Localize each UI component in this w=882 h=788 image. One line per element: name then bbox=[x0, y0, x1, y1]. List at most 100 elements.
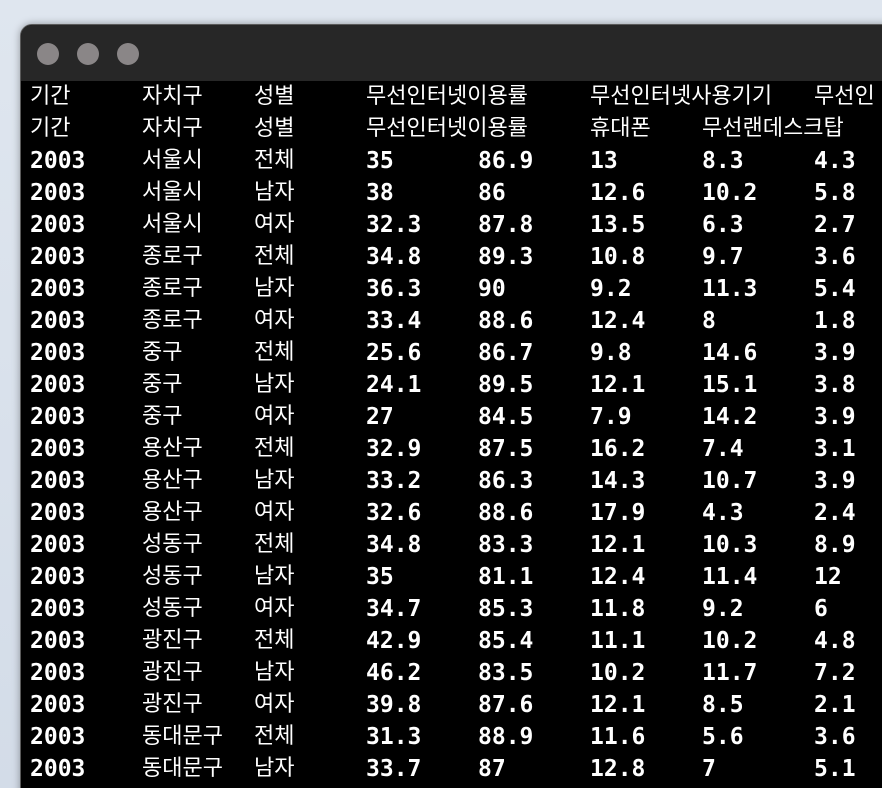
table-cell: 10.8 bbox=[590, 244, 646, 270]
table-cell: 9.8 bbox=[590, 340, 632, 366]
table-cell: 12.8 bbox=[590, 756, 646, 782]
table-cell: 종로구 bbox=[142, 308, 203, 333]
table-cell: 성동구 bbox=[142, 564, 203, 589]
table-cell: 34.8 bbox=[366, 532, 422, 558]
zoom-window-button[interactable] bbox=[117, 43, 139, 65]
table-row: 2003 서울시 전체 35 86.9 13 8.3 4.3 bbox=[21, 145, 882, 177]
table-cell: 4.3 bbox=[702, 500, 744, 526]
table-cell: 남자 bbox=[254, 564, 295, 589]
minimize-window-button[interactable] bbox=[77, 43, 99, 65]
header-gender: 성별 bbox=[254, 116, 295, 141]
table-cell: 86 bbox=[478, 180, 506, 206]
table-row: 2003 광진구 남자 46.2 83.5 10.2 11.7 7.2 bbox=[21, 657, 882, 689]
table-cell: 10.2 bbox=[702, 180, 758, 206]
table-cell: 15.1 bbox=[702, 372, 758, 398]
table-cell: 성동구 bbox=[142, 532, 203, 557]
table-cell: 2003 bbox=[30, 340, 86, 366]
table-cell: 35 bbox=[366, 564, 394, 590]
table-cell: 전체 bbox=[254, 628, 295, 653]
table-cell: 34.8 bbox=[366, 244, 422, 270]
table-cell: 8.5 bbox=[702, 692, 744, 718]
table-cell: 2003 bbox=[30, 180, 86, 206]
table-row: 2003 용산구 전체 32.9 87.5 16.2 7.4 3.1 bbox=[21, 433, 882, 465]
table-cell: 9.2 bbox=[590, 276, 632, 302]
table-cell: 13 bbox=[590, 148, 618, 174]
table-row: 2003 종로구 여자 33.4 88.6 12.4 8 1.8 bbox=[21, 305, 882, 337]
table-cell: 33.4 bbox=[366, 308, 422, 334]
table-cell: 광진구 bbox=[142, 628, 203, 653]
table-cell: 5.8 bbox=[814, 180, 856, 206]
table-cell: 87.5 bbox=[478, 436, 534, 462]
header-district: 자치구 bbox=[142, 84, 203, 109]
table-cell: 85.3 bbox=[478, 596, 534, 622]
table-cell: 2003 bbox=[30, 436, 86, 462]
table-cell: 39.8 bbox=[366, 692, 422, 718]
table-row: 2003 광진구 여자 39.8 87.6 12.1 8.5 2.1 bbox=[21, 689, 882, 721]
header-wireless-devices: 무선인터넷사용기기 bbox=[590, 84, 773, 109]
table-cell: 전체 bbox=[254, 340, 295, 365]
table-cell: 2003 bbox=[30, 372, 86, 398]
table-cell: 3.9 bbox=[814, 340, 856, 366]
table-cell: 12.1 bbox=[590, 532, 646, 558]
table-row: 2003 용산구 여자 32.6 88.6 17.9 4.3 2.4 bbox=[21, 497, 882, 529]
table-cell: 83.3 bbox=[478, 532, 534, 558]
table-cell: 2003 bbox=[30, 468, 86, 494]
table-cell: 16.2 bbox=[590, 436, 646, 462]
table-cell: 2003 bbox=[30, 276, 86, 302]
table-cell: 7 bbox=[702, 756, 716, 782]
table-cell: 11.3 bbox=[702, 276, 758, 302]
table-row: 2003 서울시 여자 32.3 87.8 13.5 6.3 2.7 bbox=[21, 209, 882, 241]
table-cell: 86.9 bbox=[478, 148, 534, 174]
table-cell: 2003 bbox=[30, 596, 86, 622]
table-cell: 17.9 bbox=[590, 500, 646, 526]
table-cell: 10.7 bbox=[702, 468, 758, 494]
table-row: 2003 용산구 남자 33.2 86.3 14.3 10.7 3.9 bbox=[21, 465, 882, 497]
table-cell: 2003 bbox=[30, 244, 86, 270]
table-cell: 여자 bbox=[254, 692, 295, 717]
table-cell: 32.3 bbox=[366, 212, 422, 238]
table-cell: 용산구 bbox=[142, 500, 203, 525]
header-gender: 성별 bbox=[254, 84, 295, 109]
table-cell: 24.1 bbox=[366, 372, 422, 398]
table-cell: 87.8 bbox=[478, 212, 534, 238]
table-cell: 81.1 bbox=[478, 564, 534, 590]
table-cell: 11.1 bbox=[590, 628, 646, 654]
table-cell: 여자 bbox=[254, 500, 295, 525]
table-cell: 전체 bbox=[254, 436, 295, 461]
table-cell: 11.6 bbox=[590, 724, 646, 750]
table-cell: 서울시 bbox=[142, 212, 203, 237]
terminal-output[interactable]: 기간 자치구 성별 무선인터넷이용률 무선인터넷사용기기 무선인 기간 자치구 … bbox=[21, 81, 882, 788]
table-cell: 7.9 bbox=[590, 404, 632, 430]
table-cell: 전체 bbox=[254, 148, 295, 173]
header-row-1: 기간 자치구 성별 무선인터넷이용률 무선인터넷사용기기 무선인 bbox=[21, 81, 882, 113]
table-row: 2003 성동구 남자 35 81.1 12.4 11.4 12 bbox=[21, 561, 882, 593]
table-cell: 7.4 bbox=[702, 436, 744, 462]
table-cell: 11.7 bbox=[702, 660, 758, 686]
table-cell: 35 bbox=[366, 148, 394, 174]
table-cell: 90 bbox=[478, 276, 506, 302]
table-cell: 33.2 bbox=[366, 468, 422, 494]
header-wireless-usage-rate: 무선인터넷이용률 bbox=[366, 84, 528, 109]
table-cell: 46.2 bbox=[366, 660, 422, 686]
table-cell: 14.2 bbox=[702, 404, 758, 430]
table-cell: 8 bbox=[702, 308, 716, 334]
table-row: 2003 성동구 여자 34.7 85.3 11.8 9.2 6 bbox=[21, 593, 882, 625]
header-mobile-phone: 휴대폰 bbox=[590, 116, 651, 141]
table-cell: 서울시 bbox=[142, 180, 203, 205]
table-cell: 87 bbox=[478, 756, 506, 782]
table-cell: 2003 bbox=[30, 692, 86, 718]
table-cell: 84.5 bbox=[478, 404, 534, 430]
table-cell: 36.3 bbox=[366, 276, 422, 302]
table-cell: 31.3 bbox=[366, 724, 422, 750]
table-cell: 3.1 bbox=[814, 436, 856, 462]
close-window-button[interactable] bbox=[37, 43, 59, 65]
table-cell: 6.3 bbox=[702, 212, 744, 238]
table-cell: 여자 bbox=[254, 596, 295, 621]
table-cell: 9.2 bbox=[702, 596, 744, 622]
header-wireless-usage-rate: 무선인터넷이용률 bbox=[366, 116, 528, 141]
table-cell: 남자 bbox=[254, 372, 295, 397]
table-cell: 2003 bbox=[30, 628, 86, 654]
table-cell: 중구 bbox=[142, 340, 183, 365]
title-bar[interactable] bbox=[21, 25, 882, 81]
table-cell: 2003 bbox=[30, 756, 86, 782]
